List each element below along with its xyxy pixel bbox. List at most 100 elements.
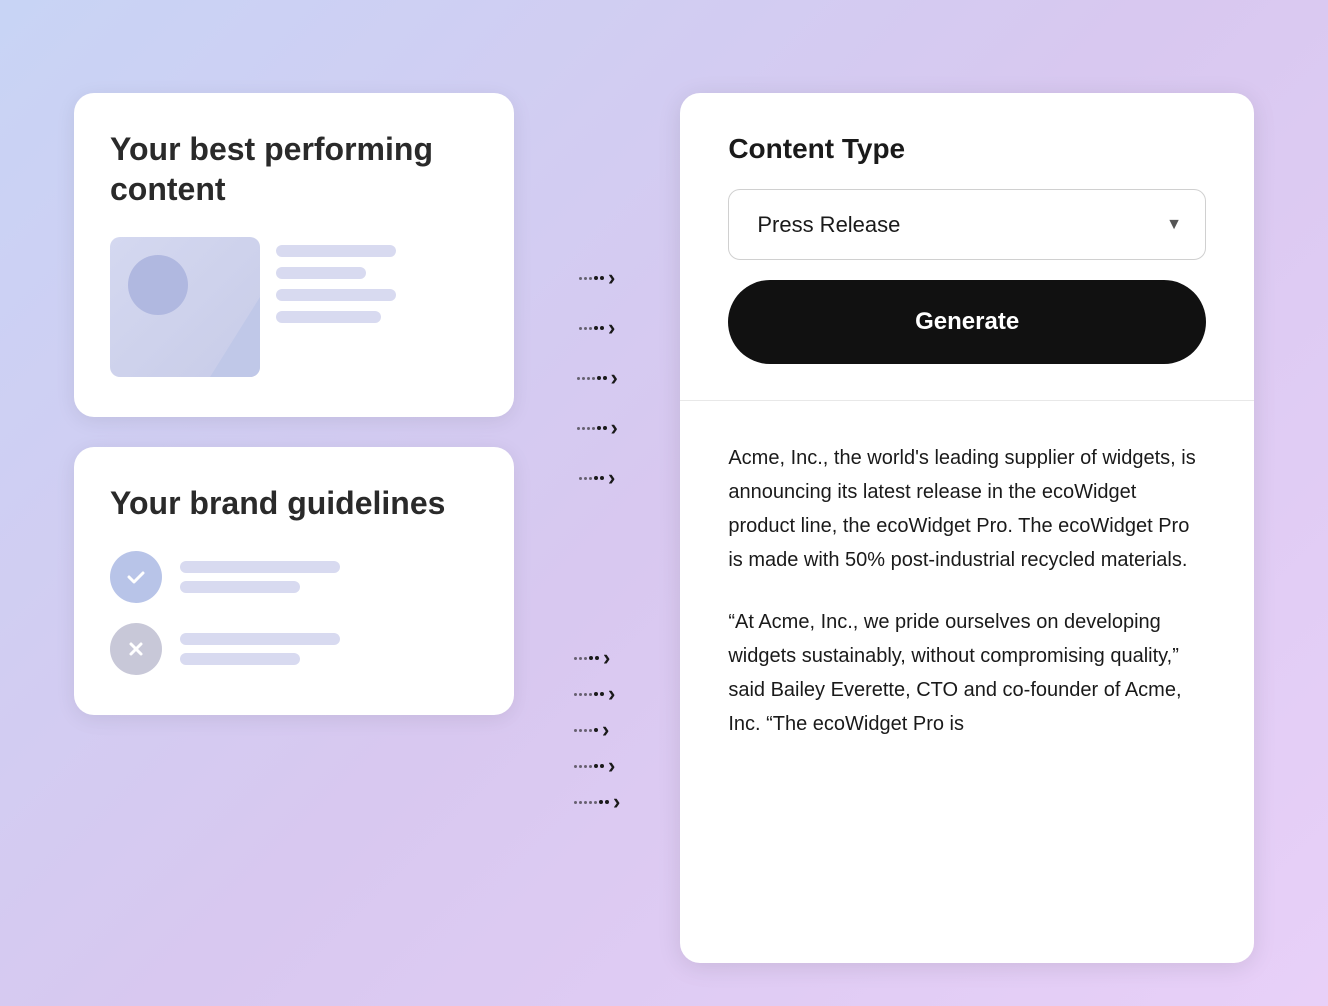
arrow-head-icon: › xyxy=(608,467,615,489)
dot xyxy=(600,764,604,768)
brand-items xyxy=(110,551,478,675)
arrow-7: › xyxy=(574,683,620,705)
arrow-head-icon: › xyxy=(602,719,609,741)
dot xyxy=(577,377,580,380)
dot xyxy=(597,376,601,380)
check-icon-circle xyxy=(110,551,162,603)
checkmark-icon xyxy=(124,565,148,589)
line-bar xyxy=(276,289,396,301)
dot xyxy=(603,426,607,430)
dot xyxy=(574,765,577,768)
arrow-head-icon: › xyxy=(608,755,615,777)
dot xyxy=(597,426,601,430)
content-type-select[interactable]: Press Release Blog Post Social Media Pos… xyxy=(728,189,1206,260)
generated-content-area: Acme, Inc., the world's leading supplier… xyxy=(680,401,1254,963)
dot xyxy=(594,728,598,732)
dot xyxy=(579,801,582,804)
dot xyxy=(600,326,604,330)
arrow-dots xyxy=(574,764,604,768)
card1-illustration xyxy=(110,237,478,377)
line-bar xyxy=(276,311,381,323)
dot xyxy=(589,693,592,696)
arrow-5: › xyxy=(579,467,615,489)
brand-item-check xyxy=(110,551,478,603)
dot xyxy=(599,800,603,804)
dot xyxy=(574,693,577,696)
best-content-card: Your best performing content xyxy=(74,93,514,417)
dot xyxy=(584,477,587,480)
thumb-triangle xyxy=(210,297,260,377)
arrow-head-icon: › xyxy=(613,791,620,813)
dot xyxy=(582,427,585,430)
dot xyxy=(584,277,587,280)
arrows-connector: › › › xyxy=(574,93,620,827)
dot xyxy=(589,327,592,330)
arrow-dots xyxy=(574,656,599,660)
dot xyxy=(594,326,598,330)
brand-line xyxy=(180,561,340,573)
dot xyxy=(594,801,597,804)
arrow-head-icon: › xyxy=(608,317,615,339)
arrow-9: › xyxy=(574,755,620,777)
x-icon xyxy=(124,637,148,661)
dot xyxy=(600,276,604,280)
content-lines xyxy=(276,237,396,323)
arrow-2: › xyxy=(579,317,615,339)
dot xyxy=(600,476,604,480)
dot xyxy=(579,765,582,768)
cross-icon-circle xyxy=(110,623,162,675)
content-paragraph-2: “At Acme, Inc., we pride ourselves on de… xyxy=(728,605,1206,741)
dot xyxy=(589,656,593,660)
dot xyxy=(584,657,587,660)
dot xyxy=(600,692,604,696)
content-paragraph-1: Acme, Inc., the world's leading supplier… xyxy=(728,441,1206,577)
left-panel: Your best performing content Your brand … xyxy=(74,93,514,715)
dot xyxy=(587,377,590,380)
dot xyxy=(584,801,587,804)
arrow-dots xyxy=(574,692,604,696)
content-type-select-wrapper[interactable]: Press Release Blog Post Social Media Pos… xyxy=(728,189,1206,260)
brand-line xyxy=(180,633,340,645)
arrow-1: › xyxy=(579,267,615,289)
dot xyxy=(584,693,587,696)
dot xyxy=(587,427,590,430)
brand-lines-check xyxy=(180,561,340,593)
arrow-6: › xyxy=(574,647,620,669)
dot xyxy=(589,765,592,768)
right-panel: Content Type Press Release Blog Post Soc… xyxy=(680,93,1254,963)
arrow-head-icon: › xyxy=(603,647,610,669)
arrow-head-icon: › xyxy=(611,417,618,439)
brand-item-cross xyxy=(110,623,478,675)
arrow-dots xyxy=(579,276,604,280)
dot xyxy=(582,377,585,380)
arrow-dots xyxy=(574,728,598,732)
thumbnail-placeholder xyxy=(110,237,260,377)
dot xyxy=(574,801,577,804)
dot xyxy=(595,656,599,660)
arrow-8: › xyxy=(574,719,620,741)
line-bar xyxy=(276,267,366,279)
dot xyxy=(589,729,592,732)
dot xyxy=(579,657,582,660)
dot xyxy=(579,693,582,696)
content-type-section: Content Type Press Release Blog Post Soc… xyxy=(680,93,1254,401)
content-type-heading: Content Type xyxy=(728,133,1206,165)
brand-lines-cross xyxy=(180,633,340,665)
arrow-dots xyxy=(579,476,604,480)
dot xyxy=(594,476,598,480)
arrow-dots xyxy=(577,426,607,430)
dot xyxy=(594,276,598,280)
arrow-dots xyxy=(574,800,609,804)
generate-button[interactable]: Generate xyxy=(728,280,1206,364)
dot xyxy=(574,657,577,660)
brand-guidelines-card: Your brand guidelines xyxy=(74,447,514,715)
dot xyxy=(605,800,609,804)
thumb-circle xyxy=(128,255,188,315)
dot xyxy=(574,729,577,732)
brand-line xyxy=(180,581,300,593)
card1-title: Your best performing content xyxy=(110,129,478,209)
dot xyxy=(592,427,595,430)
dot xyxy=(589,801,592,804)
dot xyxy=(584,729,587,732)
dot xyxy=(579,477,582,480)
